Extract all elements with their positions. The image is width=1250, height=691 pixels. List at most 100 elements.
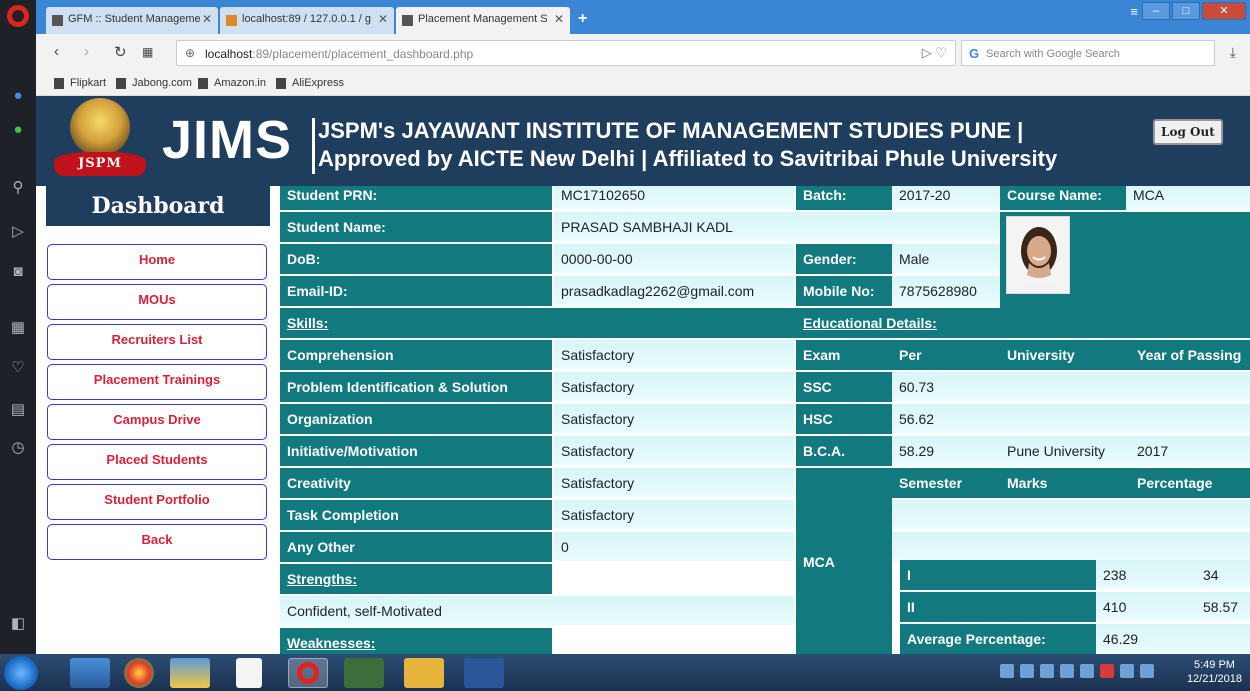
taskbar-app-icon[interactable]: [344, 658, 384, 688]
dob-value: 0000-00-00: [554, 244, 794, 274]
url-path: :89/placement/placement_dashboard.php: [252, 47, 474, 61]
edu-col-university: University: [1000, 340, 1130, 370]
taskbar-clock[interactable]: 5:49 PM 12/21/2018: [1187, 658, 1242, 686]
bookmark-aliexpress[interactable]: AliExpress: [276, 77, 344, 89]
news-icon[interactable]: ▤: [8, 400, 28, 420]
sem-pct: 58.57: [1196, 592, 1250, 622]
bookmark-jabong[interactable]: Jabong.com: [116, 77, 192, 89]
opera-logo-icon[interactable]: [7, 5, 29, 27]
tab-menu-icon[interactable]: ≡: [1130, 4, 1138, 19]
download-icon[interactable]: ⤓: [1230, 44, 1236, 61]
tray-volume-icon[interactable]: [1080, 664, 1094, 678]
whatsapp-icon[interactable]: ●: [8, 120, 28, 140]
sem-pct: 34: [1196, 560, 1250, 590]
tray-network-icon[interactable]: [1040, 664, 1054, 678]
tray-action-center-icon[interactable]: [1140, 664, 1154, 678]
taskbar-explorer-icon[interactable]: [70, 658, 110, 688]
menu-placed-students[interactable]: Placed Students: [47, 444, 267, 480]
flow-heart-icon[interactable]: ▷ ♡: [922, 45, 947, 61]
forward-icon[interactable]: ›: [84, 43, 89, 60]
taskbar-document-icon[interactable]: [236, 658, 262, 688]
tray-monitor-icon[interactable]: [1120, 664, 1134, 678]
phpmyadmin-icon: [226, 15, 237, 26]
name-value: PRASAD SAMBHAJI KADL: [554, 212, 1000, 242]
tray-flag-icon[interactable]: [1060, 664, 1074, 678]
start-button-icon[interactable]: [4, 656, 38, 690]
messenger-icon[interactable]: ●: [8, 86, 28, 106]
back-icon[interactable]: ‹: [54, 43, 59, 60]
new-tab-icon[interactable]: +: [578, 10, 587, 28]
sem-label: II: [900, 592, 1096, 622]
edu-per: 56.62: [892, 404, 1000, 434]
bookmarks-heart-icon[interactable]: ♡: [8, 358, 28, 378]
sem-label: I: [900, 560, 1096, 590]
edu-year: [1130, 404, 1250, 434]
search-placeholder: Search with Google Search: [986, 48, 1120, 60]
menu-mous[interactable]: MOUs: [47, 284, 267, 320]
url-field[interactable]: ⊕ localhost:89/placement/placement_dashb…: [176, 40, 956, 66]
speed-dial-grid-icon[interactable]: ▦: [142, 45, 153, 59]
sem-marks: 410: [1096, 592, 1196, 622]
strengths-heading: Strengths:: [280, 564, 552, 594]
menu-placement-trainings[interactable]: Placement Trainings: [47, 364, 267, 400]
taskbar-opera-icon[interactable]: [288, 658, 328, 688]
menu-recruiters-list[interactable]: Recruiters List: [47, 324, 267, 360]
speed-dial-icon[interactable]: ▦: [8, 318, 28, 338]
snapshot-icon[interactable]: ◙: [8, 262, 28, 282]
tab-student-management[interactable]: GFM :: Student Manageme ✕: [46, 7, 218, 34]
address-bar-row: ‹ › ↻ ▦ ⊕ localhost:89/placement/placeme…: [36, 34, 1250, 72]
tray-quickheal-icon[interactable]: [1100, 664, 1114, 678]
skill-value: Satisfactory: [554, 436, 794, 466]
url-host: localhost: [205, 47, 253, 61]
jspm-logo: JSPM: [54, 98, 146, 180]
weaknesses-heading: Weaknesses:: [280, 628, 552, 654]
globe-icon: ⊕: [185, 46, 196, 60]
taskbar-chrome-icon[interactable]: [124, 658, 154, 688]
strengths-blank: [554, 564, 794, 594]
strengths-value: Confident, self-Motivated: [280, 596, 794, 626]
tray-green-icon[interactable]: [1020, 664, 1034, 678]
logout-button[interactable]: Log Out: [1153, 119, 1223, 145]
minimize-icon[interactable]: –: [1142, 2, 1170, 20]
tab-label: GFM :: Student Manageme: [68, 13, 201, 25]
bookmark-flipkart[interactable]: Flipkart: [54, 77, 106, 89]
search-input[interactable]: G Search with Google Search: [961, 40, 1215, 66]
close-tab-icon[interactable]: ✕: [202, 12, 212, 26]
bookmark-amazon[interactable]: Amazon.in: [198, 77, 266, 89]
tab-phpmyadmin[interactable]: localhost:89 / 127.0.0.1 / g ✕: [220, 7, 394, 34]
bookmarks-bar: Flipkart Jabong.com Amazon.in AliExpress: [36, 72, 1250, 96]
tab-placement-management[interactable]: Placement Management S ✕: [396, 7, 570, 34]
close-tab-icon[interactable]: ✕: [554, 12, 564, 26]
windows-taskbar: 5:49 PM 12/21/2018: [0, 654, 1250, 691]
edu-col-exam: Exam: [796, 340, 892, 370]
skill-value: Satisfactory: [554, 404, 794, 434]
menu-student-portfolio[interactable]: Student Portfolio: [47, 484, 267, 520]
skill-value: Satisfactory: [554, 372, 794, 402]
sidebar-toggle-icon[interactable]: ◧: [8, 614, 28, 634]
maximize-icon[interactable]: □: [1172, 2, 1200, 20]
close-window-icon[interactable]: ✕: [1202, 2, 1246, 20]
history-clock-icon[interactable]: ◷: [8, 438, 28, 458]
search-icon[interactable]: ⚲: [8, 178, 28, 198]
tray-b-icon[interactable]: [1000, 664, 1014, 678]
header-divider: [312, 118, 315, 174]
menu-home[interactable]: Home: [47, 244, 267, 280]
dashboard-title: Dashboard: [46, 186, 270, 226]
menu-campus-drive[interactable]: Campus Drive: [47, 404, 267, 440]
taskbar-folder-icon[interactable]: [404, 658, 444, 688]
taskbar-word-icon[interactable]: [464, 658, 504, 688]
tab-label: Placement Management S: [418, 13, 548, 25]
gender-value: Male: [892, 244, 1000, 274]
close-tab-icon[interactable]: ✕: [378, 12, 388, 26]
brand-title: JIMS: [162, 110, 293, 170]
reload-icon[interactable]: ↻: [114, 43, 127, 61]
sem-spacer: [892, 532, 1250, 562]
course-value: MCA: [1126, 186, 1250, 210]
menu-back[interactable]: Back: [47, 524, 267, 560]
flow-icon[interactable]: ▷: [8, 222, 28, 242]
taskbar-python-icon[interactable]: [170, 658, 210, 688]
prn-value: MC17102650: [554, 186, 794, 210]
edu-per: 60.73: [892, 372, 1000, 402]
sem-marks: 238: [1096, 560, 1196, 590]
skill-name: Organization: [280, 404, 552, 434]
